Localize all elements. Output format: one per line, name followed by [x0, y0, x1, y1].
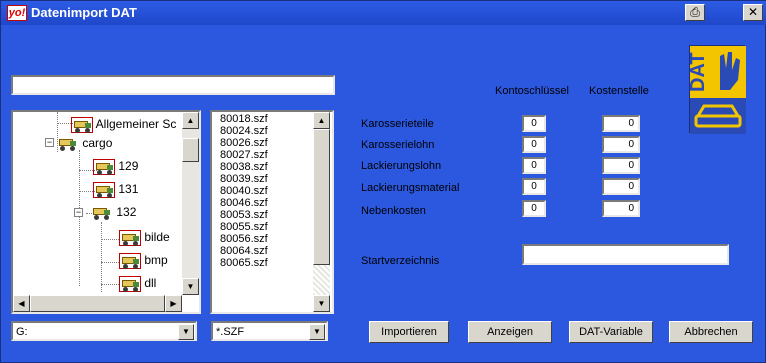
kosten-field[interactable]: 0 [602, 157, 640, 174]
truck-icon [93, 158, 115, 175]
truck-icon [119, 275, 141, 292]
tree-item-label: 131 [118, 182, 139, 196]
path-input[interactable] [11, 75, 335, 95]
header-kontoschluessel: Kontoschlüssel [495, 85, 569, 97]
app-logo-icon: yo! [7, 5, 27, 21]
konto-field[interactable]: 0 [522, 178, 546, 195]
row-label: Karosserielohn [361, 139, 435, 151]
scroll-thumb[interactable] [313, 129, 330, 265]
scroll-up-icon[interactable]: ▲ [313, 112, 330, 129]
konto-field[interactable]: 0 [522, 157, 546, 174]
import-button[interactable]: Importieren [369, 321, 449, 343]
scroll-down-icon[interactable]: ▼ [313, 295, 330, 312]
file-filter-select[interactable]: *.SZF ▼ [211, 321, 328, 341]
datenimport-window: yo! Datenimport DAT ⎙ ✕ Allgemeiner Sc − [0, 0, 766, 363]
tree-line [101, 239, 119, 240]
window-title: Datenimport DAT [31, 5, 137, 20]
truck-icon [71, 116, 93, 133]
file-list-item[interactable]: 80046.szf [220, 198, 268, 209]
kosten-field[interactable]: 0 [602, 200, 640, 217]
scroll-right-icon[interactable]: ▶ [165, 295, 182, 312]
file-list-item[interactable]: 80018.szf [220, 114, 268, 125]
tree-vertical-scrollbar[interactable]: ▲ ▼ [182, 112, 199, 295]
collapse-icon[interactable]: − [45, 138, 54, 147]
kosten-field[interactable]: 0 [602, 115, 640, 132]
dat-logo-graphic: DAT [687, 46, 746, 134]
file-list-item[interactable]: 80038.szf [220, 162, 268, 173]
tree-item-label: bilde [144, 230, 170, 244]
konto-field[interactable]: 0 [522, 200, 546, 217]
collapse-icon[interactable]: − [74, 208, 83, 217]
start-directory-input[interactable] [522, 244, 729, 265]
file-list-item[interactable]: 80026.szf [220, 138, 268, 149]
file-list-item[interactable]: 80027.szf [220, 150, 268, 161]
file-filter-value: *.SZF [216, 326, 245, 338]
tree-item[interactable]: 129 [93, 156, 138, 176]
truck-icon [57, 136, 79, 152]
scroll-left-icon[interactable]: ◀ [13, 295, 30, 312]
file-list-item[interactable]: 80024.szf [220, 126, 268, 137]
tree-item-label: bmp [144, 253, 168, 267]
tree-item-label: Allgemeiner Sc [95, 117, 177, 131]
tree-item-label: 129 [118, 159, 139, 173]
row-label: Lackierungslohn [361, 160, 442, 172]
file-list-item[interactable]: 80056.szf [220, 234, 268, 245]
file-list[interactable]: 80065.szf 80064.szf 80056.szf 80055.szf 8005… [210, 110, 334, 314]
close-icon[interactable]: ✕ [743, 4, 763, 21]
tree-item[interactable]: cargo [57, 133, 112, 153]
tree-item[interactable]: dll [119, 273, 156, 293]
tree-line [101, 222, 102, 292]
row-label: Karosserieteile [361, 118, 434, 130]
tree-item-label: cargo [82, 136, 113, 150]
file-list-scrollbar[interactable]: ▲ ▼ [313, 112, 330, 312]
konto-field[interactable]: 0 [522, 136, 546, 153]
chevron-down-icon[interactable]: ▼ [309, 324, 325, 340]
truck-icon [119, 252, 141, 269]
dialog-body: Allgemeiner Sc − cargo 129 131 − 132 bil… [1, 25, 765, 362]
tree-horizontal-scrollbar[interactable]: ◀ ▶ [13, 295, 182, 312]
truck-icon [93, 181, 115, 198]
header-kostenstelle: Kostenstelle [589, 85, 649, 97]
dat-logo: DAT [687, 45, 746, 134]
tree-item-label: 132 [116, 205, 137, 219]
title-bar: yo! Datenimport DAT ⎙ ✕ [1, 1, 766, 25]
drive-select-value: G: [16, 326, 28, 338]
truck-icon [91, 205, 113, 221]
scroll-up-icon[interactable]: ▲ [182, 112, 199, 129]
scroll-down-icon[interactable]: ▼ [182, 278, 199, 295]
tree-item[interactable]: Allgemeiner Sc [71, 114, 176, 134]
show-button[interactable]: Anzeigen [468, 321, 552, 343]
kosten-field[interactable]: 0 [602, 178, 640, 195]
file-list-item[interactable]: 80065.szf [220, 258, 268, 269]
file-list-item[interactable]: 80055.szf [220, 222, 268, 233]
print-icon[interactable]: ⎙ [685, 4, 705, 21]
scroll-thumb[interactable] [30, 295, 165, 312]
dat-variable-button[interactable]: DAT-Variable [569, 321, 653, 343]
chevron-down-icon[interactable]: ▼ [178, 324, 194, 340]
tree-item[interactable]: 132 [91, 202, 136, 222]
cancel-button[interactable]: Abbrechen [669, 321, 753, 343]
row-label: Nebenkosten [361, 205, 426, 217]
start-directory-label: Startverzeichnis [361, 255, 440, 267]
file-list-item[interactable]: 80040.szf [220, 186, 268, 197]
drive-select[interactable]: G: ▼ [11, 321, 197, 341]
file-list-item[interactable]: 80039.szf [220, 174, 268, 185]
dat-logo-text: DAT [690, 52, 709, 92]
konto-field[interactable]: 0 [522, 115, 546, 132]
tree-line [101, 284, 119, 285]
truck-icon [119, 229, 141, 246]
tree-item[interactable]: 131 [93, 179, 138, 199]
file-list-item[interactable]: 80064.szf [220, 246, 268, 257]
directory-tree[interactable]: Allgemeiner Sc − cargo 129 131 − 132 bil… [11, 110, 201, 314]
tree-line [101, 262, 119, 263]
tree-item-label: dll [144, 276, 157, 290]
scroll-thumb[interactable] [182, 138, 199, 162]
kosten-field[interactable]: 0 [602, 136, 640, 153]
tree-item[interactable]: bilde [119, 227, 170, 247]
tree-item[interactable]: bmp [119, 250, 168, 270]
row-label: Lackierungsmaterial [361, 182, 460, 194]
file-list-item[interactable]: 80053.szf [220, 210, 268, 221]
